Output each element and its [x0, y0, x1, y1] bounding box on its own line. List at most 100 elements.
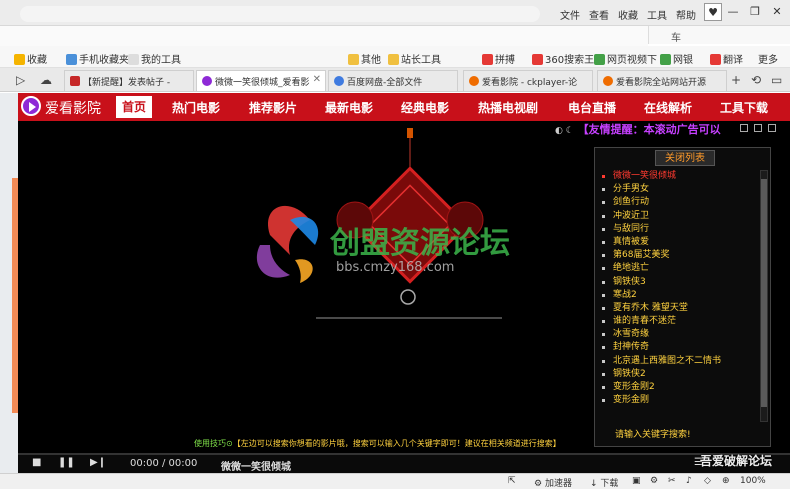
bookmark-item[interactable]: 360搜索王	[532, 51, 594, 66]
playlist-item[interactable]: 冰雪奇缘	[595, 328, 760, 341]
bookmark-item[interactable]: 更多	[758, 51, 778, 66]
playlist-item[interactable]: 北京遇上西雅图之不二情书	[595, 355, 760, 368]
bookmark-item[interactable]: 我的工具	[128, 51, 181, 66]
player-settings-icon[interactable]	[740, 124, 748, 132]
minimize-button[interactable]: —	[724, 3, 742, 21]
playlist-item[interactable]: 钢铁侠3	[595, 276, 760, 289]
nav-latest[interactable]: 最新电影	[325, 99, 373, 116]
bookmark-item[interactable]: 收藏	[14, 51, 47, 66]
menu-view[interactable]: 查看	[589, 7, 609, 22]
menu-file[interactable]: 文件	[560, 7, 580, 22]
window-title-bar: 文件 查看 收藏 工具 帮助 ♥ — ❐ ✕	[0, 0, 790, 26]
playlist-item[interactable]: 寒战2	[595, 289, 760, 302]
nav-classic[interactable]: 经典电影	[401, 99, 449, 116]
tab-favicon	[70, 76, 80, 86]
bookmark-label: 收藏	[27, 55, 47, 66]
watermark-logo-yellow	[295, 259, 313, 283]
restore-tab-icon[interactable]: ⟲	[751, 73, 761, 87]
marquee-controls[interactable]: ◐ ☾	[555, 126, 574, 136]
playlist-item[interactable]: 分手男女	[595, 183, 760, 196]
player-fullscreen-icon[interactable]	[768, 124, 776, 132]
playlist-list: 微微一笑很倾城 分手男女 剑鱼行动 冲波近卫 与敌同行 真情被爱 第68届艾美奖…	[595, 170, 760, 420]
bookmark-item[interactable]: 其他	[348, 51, 381, 66]
playlist-item[interactable]: 微微一笑很倾城	[595, 170, 760, 183]
playlist-item[interactable]: 第68届艾美奖	[595, 249, 760, 262]
watermark-url: bbs.cmzy168.com	[336, 260, 454, 275]
bookmarks-bar: 收藏 手机收藏夹 我的工具 其他 站长工具 拼搏 360搜索王 网页视频下 网银…	[0, 46, 790, 68]
playlist-search-input[interactable]: 请输入关键字搜索!	[601, 428, 751, 442]
cloud-icon[interactable]: ☁	[40, 73, 52, 87]
playlist-item[interactable]: 绝地逃亡	[595, 262, 760, 275]
playlist-item[interactable]: 夏有乔木 雅望天堂	[595, 302, 760, 315]
bookmark-item[interactable]: 手机收藏夹	[66, 51, 129, 66]
playlist-item[interactable]: 变形金刚	[595, 394, 760, 407]
screenshot-icon[interactable]: ✂	[668, 476, 676, 486]
address-bar-area[interactable]	[0, 26, 648, 46]
zoom-level[interactable]: 100%	[740, 476, 766, 486]
playlist-item[interactable]: 变形金刚2	[595, 381, 760, 394]
progress-bar[interactable]	[18, 453, 790, 455]
new-tab-button[interactable]: +	[731, 73, 741, 87]
menu-tools[interactable]: 工具	[647, 7, 667, 22]
playlist-item[interactable]: 谁的青春不迷茫	[595, 315, 760, 328]
nav-tv-series[interactable]: 热播电视剧	[478, 99, 538, 116]
shield-icon[interactable]: ♥	[704, 3, 722, 21]
bookmark-item[interactable]: 网银	[660, 51, 693, 66]
bookmark-item[interactable]: 站长工具	[388, 51, 441, 66]
nav-live[interactable]: 电台直播	[568, 99, 616, 116]
download-label: 下载	[600, 479, 619, 489]
share-icon[interactable]: ⇱	[508, 476, 516, 486]
site-navigation: 爱看影院 首页 热门电影 推荐影片 最新电影 经典电影 热播电视剧 电台直播 在…	[18, 93, 790, 121]
pause-icon[interactable]: ❚❚	[58, 457, 75, 468]
bookmark-item[interactable]: 拼搏	[482, 51, 515, 66]
tab-label: 百度网盘-全部文件	[347, 78, 423, 88]
playlist-item[interactable]: 封神传奇	[595, 341, 760, 354]
playlist-item[interactable]: 剑鱼行动	[595, 196, 760, 209]
tab-item[interactable]: 爱看影院全站网站开源	[597, 70, 727, 91]
download-button[interactable]: ↓ 下载	[590, 476, 618, 489]
close-list-button[interactable]: 关闭列表	[655, 150, 715, 166]
close-button[interactable]: ✕	[768, 3, 786, 21]
playlist-item[interactable]: 真情被爱	[595, 236, 760, 249]
bookmark-label: 更多	[758, 55, 778, 66]
accelerator-button[interactable]: ⚙ 加速器	[534, 476, 572, 489]
nav-download-tools[interactable]: 工具下载	[720, 99, 768, 116]
player-pip-icon[interactable]	[754, 124, 762, 132]
tab-item[interactable]: 爱看影院 - ckplayer-论	[463, 70, 593, 91]
nav-recommended[interactable]: 推荐影片	[249, 99, 297, 116]
playlist-item[interactable]: 冲波近卫	[595, 210, 760, 223]
bookmark-item[interactable]: 网页视频下	[594, 51, 657, 66]
tab-item[interactable]: 【新提醒】发表帖子 -	[64, 70, 194, 91]
maximize-button[interactable]: ❐	[746, 3, 764, 21]
tab-label: 爱看影院全站网站开源	[616, 78, 707, 88]
bookmark-label: 360搜索王	[545, 55, 595, 66]
video-frame-artwork: 创盟资源论坛 bbs.cmzy168.com	[256, 128, 510, 319]
playlist-scrollbar[interactable]	[760, 170, 768, 422]
menu-help[interactable]: 帮助	[676, 7, 696, 22]
star-icon	[14, 54, 25, 65]
playlist-item[interactable]: 钢铁侠2	[595, 368, 760, 381]
status-bar: ⇱ ⚙ 加速器 ↓ 下载 ▣ ⚙ ✂ ♪ ◇ ⊕ 100%	[0, 473, 790, 489]
settings-icon[interactable]: ⚙	[650, 476, 658, 486]
sidebar-toggle-icon[interactable]: ▷	[16, 73, 25, 87]
bookmark-item[interactable]: 翻译	[710, 51, 743, 66]
mute-icon[interactable]: ♪	[686, 476, 692, 486]
next-icon[interactable]: ▶❙	[90, 457, 106, 468]
stop-icon[interactable]: ■	[32, 457, 41, 468]
menu-favorites[interactable]: 收藏	[618, 7, 638, 22]
left-page-strip	[0, 93, 18, 473]
scrollbar-thumb[interactable]	[761, 179, 767, 407]
panel-icon[interactable]: ▣	[632, 476, 641, 486]
search-input[interactable]: 车	[648, 26, 790, 44]
usage-tip: 使用技巧⊙【左边可以搜索你想看的影片哦，搜索可以输入几个关键字即可！建议在相关频…	[194, 438, 594, 449]
nav-parse[interactable]: 在线解析	[644, 99, 692, 116]
playlist-item[interactable]: 与敌同行	[595, 223, 760, 236]
tab-list-icon[interactable]: ▭	[771, 73, 782, 87]
close-tab-icon[interactable]: ✕	[313, 74, 321, 85]
tab-item-active[interactable]: 微微一笑很倾城_爱看影 ✕	[196, 70, 326, 91]
bell-icon[interactable]: ◇	[704, 476, 711, 486]
tab-item[interactable]: 百度网盘-全部文件	[328, 70, 458, 91]
nav-home[interactable]: 首页	[116, 96, 153, 118]
nav-hot-movies[interactable]: 热门电影	[172, 99, 220, 116]
zoom-icon[interactable]: ⊕	[722, 476, 730, 486]
